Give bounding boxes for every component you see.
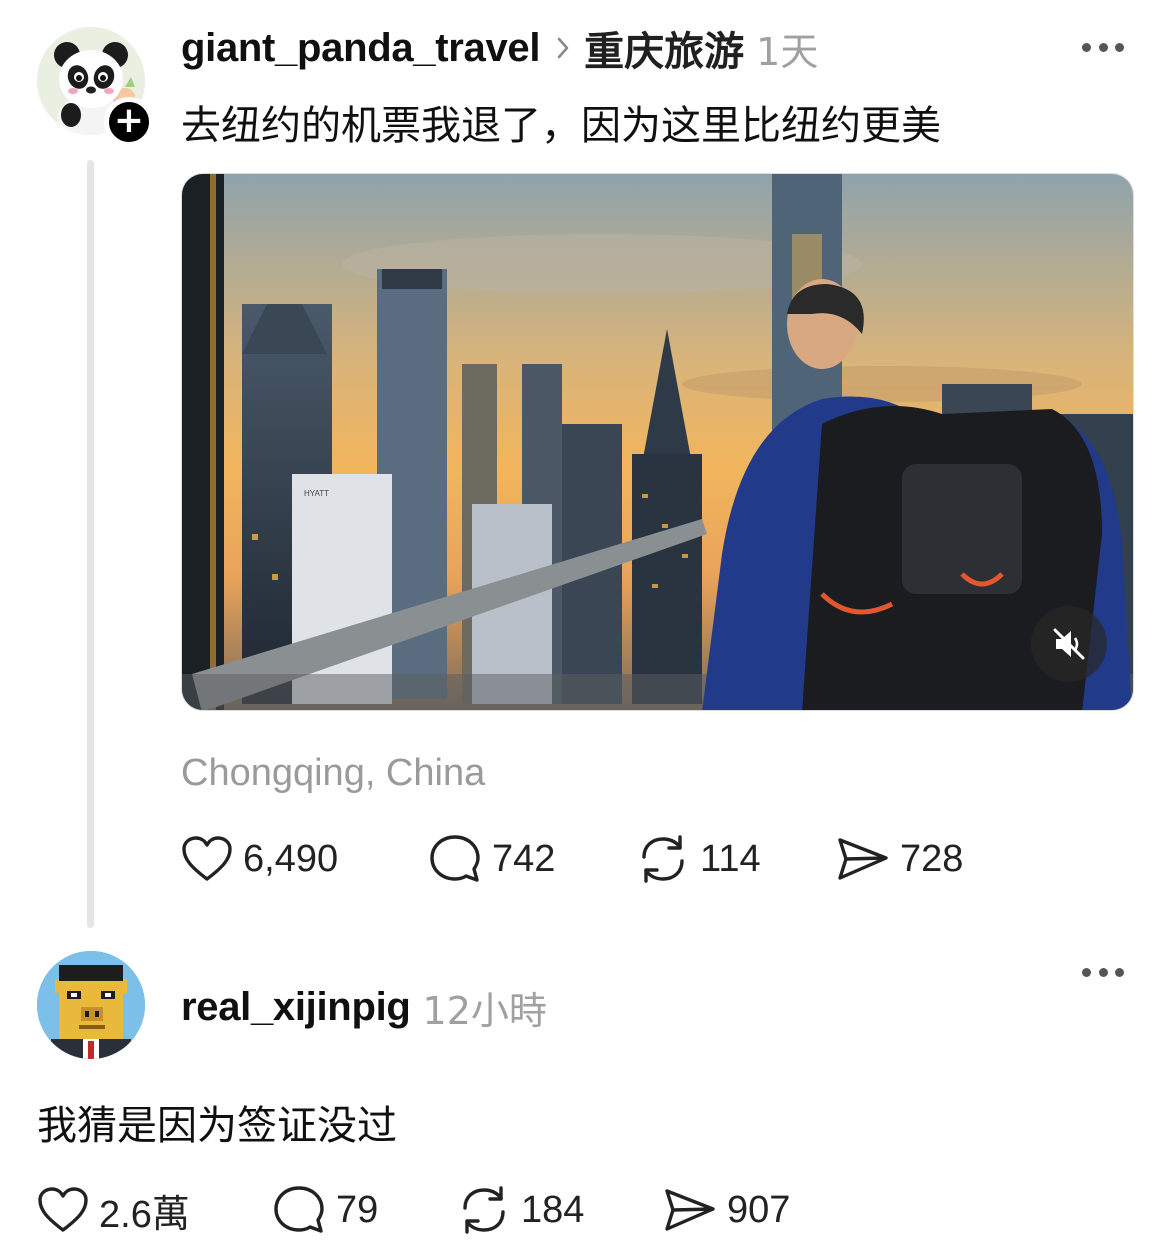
heart-icon [38,1187,88,1232]
more-dots-icon [1082,967,1091,977]
post-share-count: 728 [900,837,964,880]
post-repost-count: 114 [700,837,761,880]
heart-icon [182,836,232,881]
reply-repost-count: 184 [521,1188,585,1231]
reply-comment-count: 79 [336,1188,379,1231]
post-body-text: 去纽约的机票我退了，因为这里比纽约更美 [181,103,941,149]
post-header: giant_panda_travel 重庆旅游 1天 [181,19,819,77]
post-more-button[interactable] [1082,40,1124,54]
reply-author-username[interactable]: real_xijinpig [181,985,411,1030]
video-sign-text: HYATT [304,489,329,498]
mute-toggle-button[interactable] [1031,606,1107,682]
repost-icon [642,835,684,883]
post-repost-button[interactable]: 114 [636,831,761,887]
reply-like-button[interactable]: 2.6萬 [37,1182,190,1238]
reply-repost-button[interactable]: 184 [457,1182,584,1238]
reply-body-text: 我猜是因为签证没过 [37,1103,397,1149]
send-icon [665,1189,715,1231]
follow-button[interactable]: + [104,97,154,147]
post-author-username[interactable]: giant_panda_travel [181,26,540,71]
post-comment-count: 742 [492,837,556,880]
speaker-muted-icon [1053,628,1085,660]
post-like-count: 6,490 [243,837,339,880]
thread-line [87,160,94,928]
post-timestamp: 1天 [756,29,819,74]
city-skyline-video-frame: HYATT [182,174,1133,710]
plus-icon: + [113,100,145,141]
post-topic-tag[interactable]: 重庆旅游 [584,19,744,77]
post-like-button[interactable]: 6,490 [181,831,338,887]
reply-header: real_xijinpig 12小時 [181,981,547,1033]
chevron-right-icon [556,36,570,60]
post-comment-button[interactable]: 742 [428,831,555,887]
more-dots-icon [1082,42,1091,52]
reply-more-button[interactable] [1082,965,1124,979]
reply-share-count: 907 [727,1188,791,1231]
post-video[interactable]: HYATT [181,173,1134,711]
post-location[interactable]: Chongqing, China [181,752,485,795]
reply-timestamp: 12小時 [422,988,547,1033]
comment-bubble-icon [430,835,480,882]
reply-like-count: 2.6萬 [99,1193,190,1236]
post-share-button[interactable]: 728 [836,831,963,887]
reply-author-avatar[interactable] [37,951,145,1059]
pixel-pig-avatar-icon [37,951,145,1059]
repost-icon [463,1186,505,1234]
reply-share-button[interactable]: 907 [663,1182,790,1238]
reply-comment-button[interactable]: 79 [272,1182,378,1238]
comment-bubble-icon [274,1186,324,1233]
send-icon [838,838,888,880]
